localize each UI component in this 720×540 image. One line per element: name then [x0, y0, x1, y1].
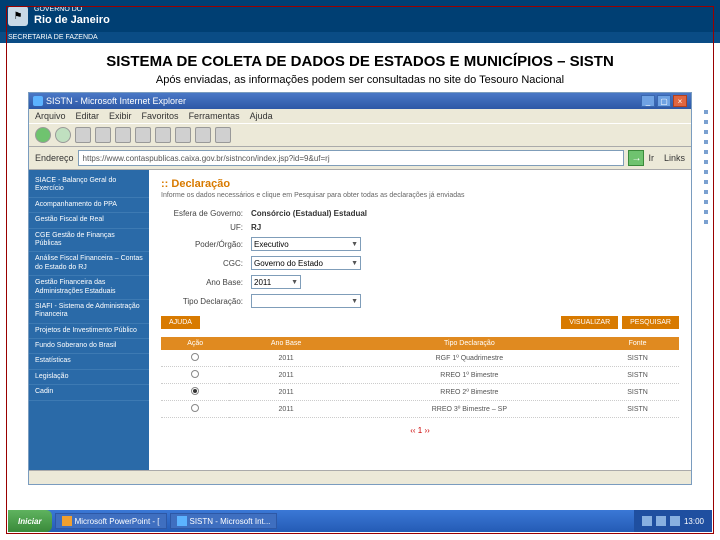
table-row: 2011 RREO 3º Bimestre – SP SISTN [161, 401, 679, 418]
tray-icon[interactable] [670, 516, 680, 526]
esfera-value: Consórcio (Estadual) Estadual [251, 209, 367, 218]
th-acao: Ação [161, 337, 229, 350]
ano-label: Ano Base: [161, 278, 251, 287]
ie-icon [177, 516, 187, 526]
row-radio[interactable] [191, 404, 199, 412]
row-radio[interactable] [191, 370, 199, 378]
pager[interactable]: ‹‹ 1 ›› [161, 426, 679, 435]
table-row: 2011 RREO 1º Bimestre SISTN [161, 367, 679, 384]
table-row: 2011 RREO 2º Bimestre SISTN [161, 384, 679, 401]
table-row: 2011 RGF 1º Quadrimestre SISTN [161, 350, 679, 367]
declaration-title: :: Declaração [161, 178, 679, 190]
declaration-subtitle: Informe os dados necessários e clique em… [161, 192, 679, 199]
row-radio[interactable] [191, 387, 199, 395]
ano-select[interactable]: 2011▼ [251, 275, 301, 289]
visualizar-button[interactable]: VISUALIZAR [561, 316, 618, 329]
results-table: Ação Ano Base Tipo Declaração Fonte 2011… [161, 337, 679, 418]
poder-select[interactable]: Executivo▼ [251, 237, 361, 251]
ajuda-button[interactable]: AJUDA [161, 316, 200, 329]
uf-label: UF: [161, 223, 251, 232]
taskbar: Iniciar Microsoft PowerPoint - [ SISTN -… [8, 510, 712, 532]
poder-label: Poder/Órgão: [161, 240, 251, 249]
chevron-down-icon: ▼ [291, 279, 298, 286]
clock: 13:00 [684, 517, 704, 526]
pesquisar-button[interactable]: PESQUISAR [622, 316, 679, 329]
taskbar-item[interactable]: Microsoft PowerPoint - [ [55, 513, 167, 529]
chevron-down-icon: ▼ [351, 298, 358, 305]
system-tray[interactable]: 13:00 [634, 510, 712, 532]
tray-icon[interactable] [656, 516, 666, 526]
taskbar-item[interactable]: SISTN - Microsoft Int... [170, 513, 278, 529]
th-ano: Ano Base [229, 337, 342, 350]
th-fonte: Fonte [596, 337, 679, 350]
slide-decor [704, 110, 710, 230]
tray-icon[interactable] [642, 516, 652, 526]
cgc-select[interactable]: Governo do Estado▼ [251, 256, 361, 270]
powerpoint-icon [62, 516, 72, 526]
tipo-select[interactable]: ▼ [251, 294, 361, 308]
esfera-label: Esfera de Governo: [161, 209, 251, 218]
uf-value: RJ [251, 223, 261, 232]
main-content: :: Declaração Informe os dados necessári… [149, 170, 691, 470]
start-button[interactable]: Iniciar [8, 510, 52, 532]
row-radio[interactable] [191, 353, 199, 361]
th-tipo: Tipo Declaração [343, 337, 596, 350]
chevron-down-icon: ▼ [351, 260, 358, 267]
chevron-down-icon: ▼ [351, 241, 358, 248]
cgc-label: CGC: [161, 259, 251, 268]
tipo-label: Tipo Declaração: [161, 297, 251, 306]
